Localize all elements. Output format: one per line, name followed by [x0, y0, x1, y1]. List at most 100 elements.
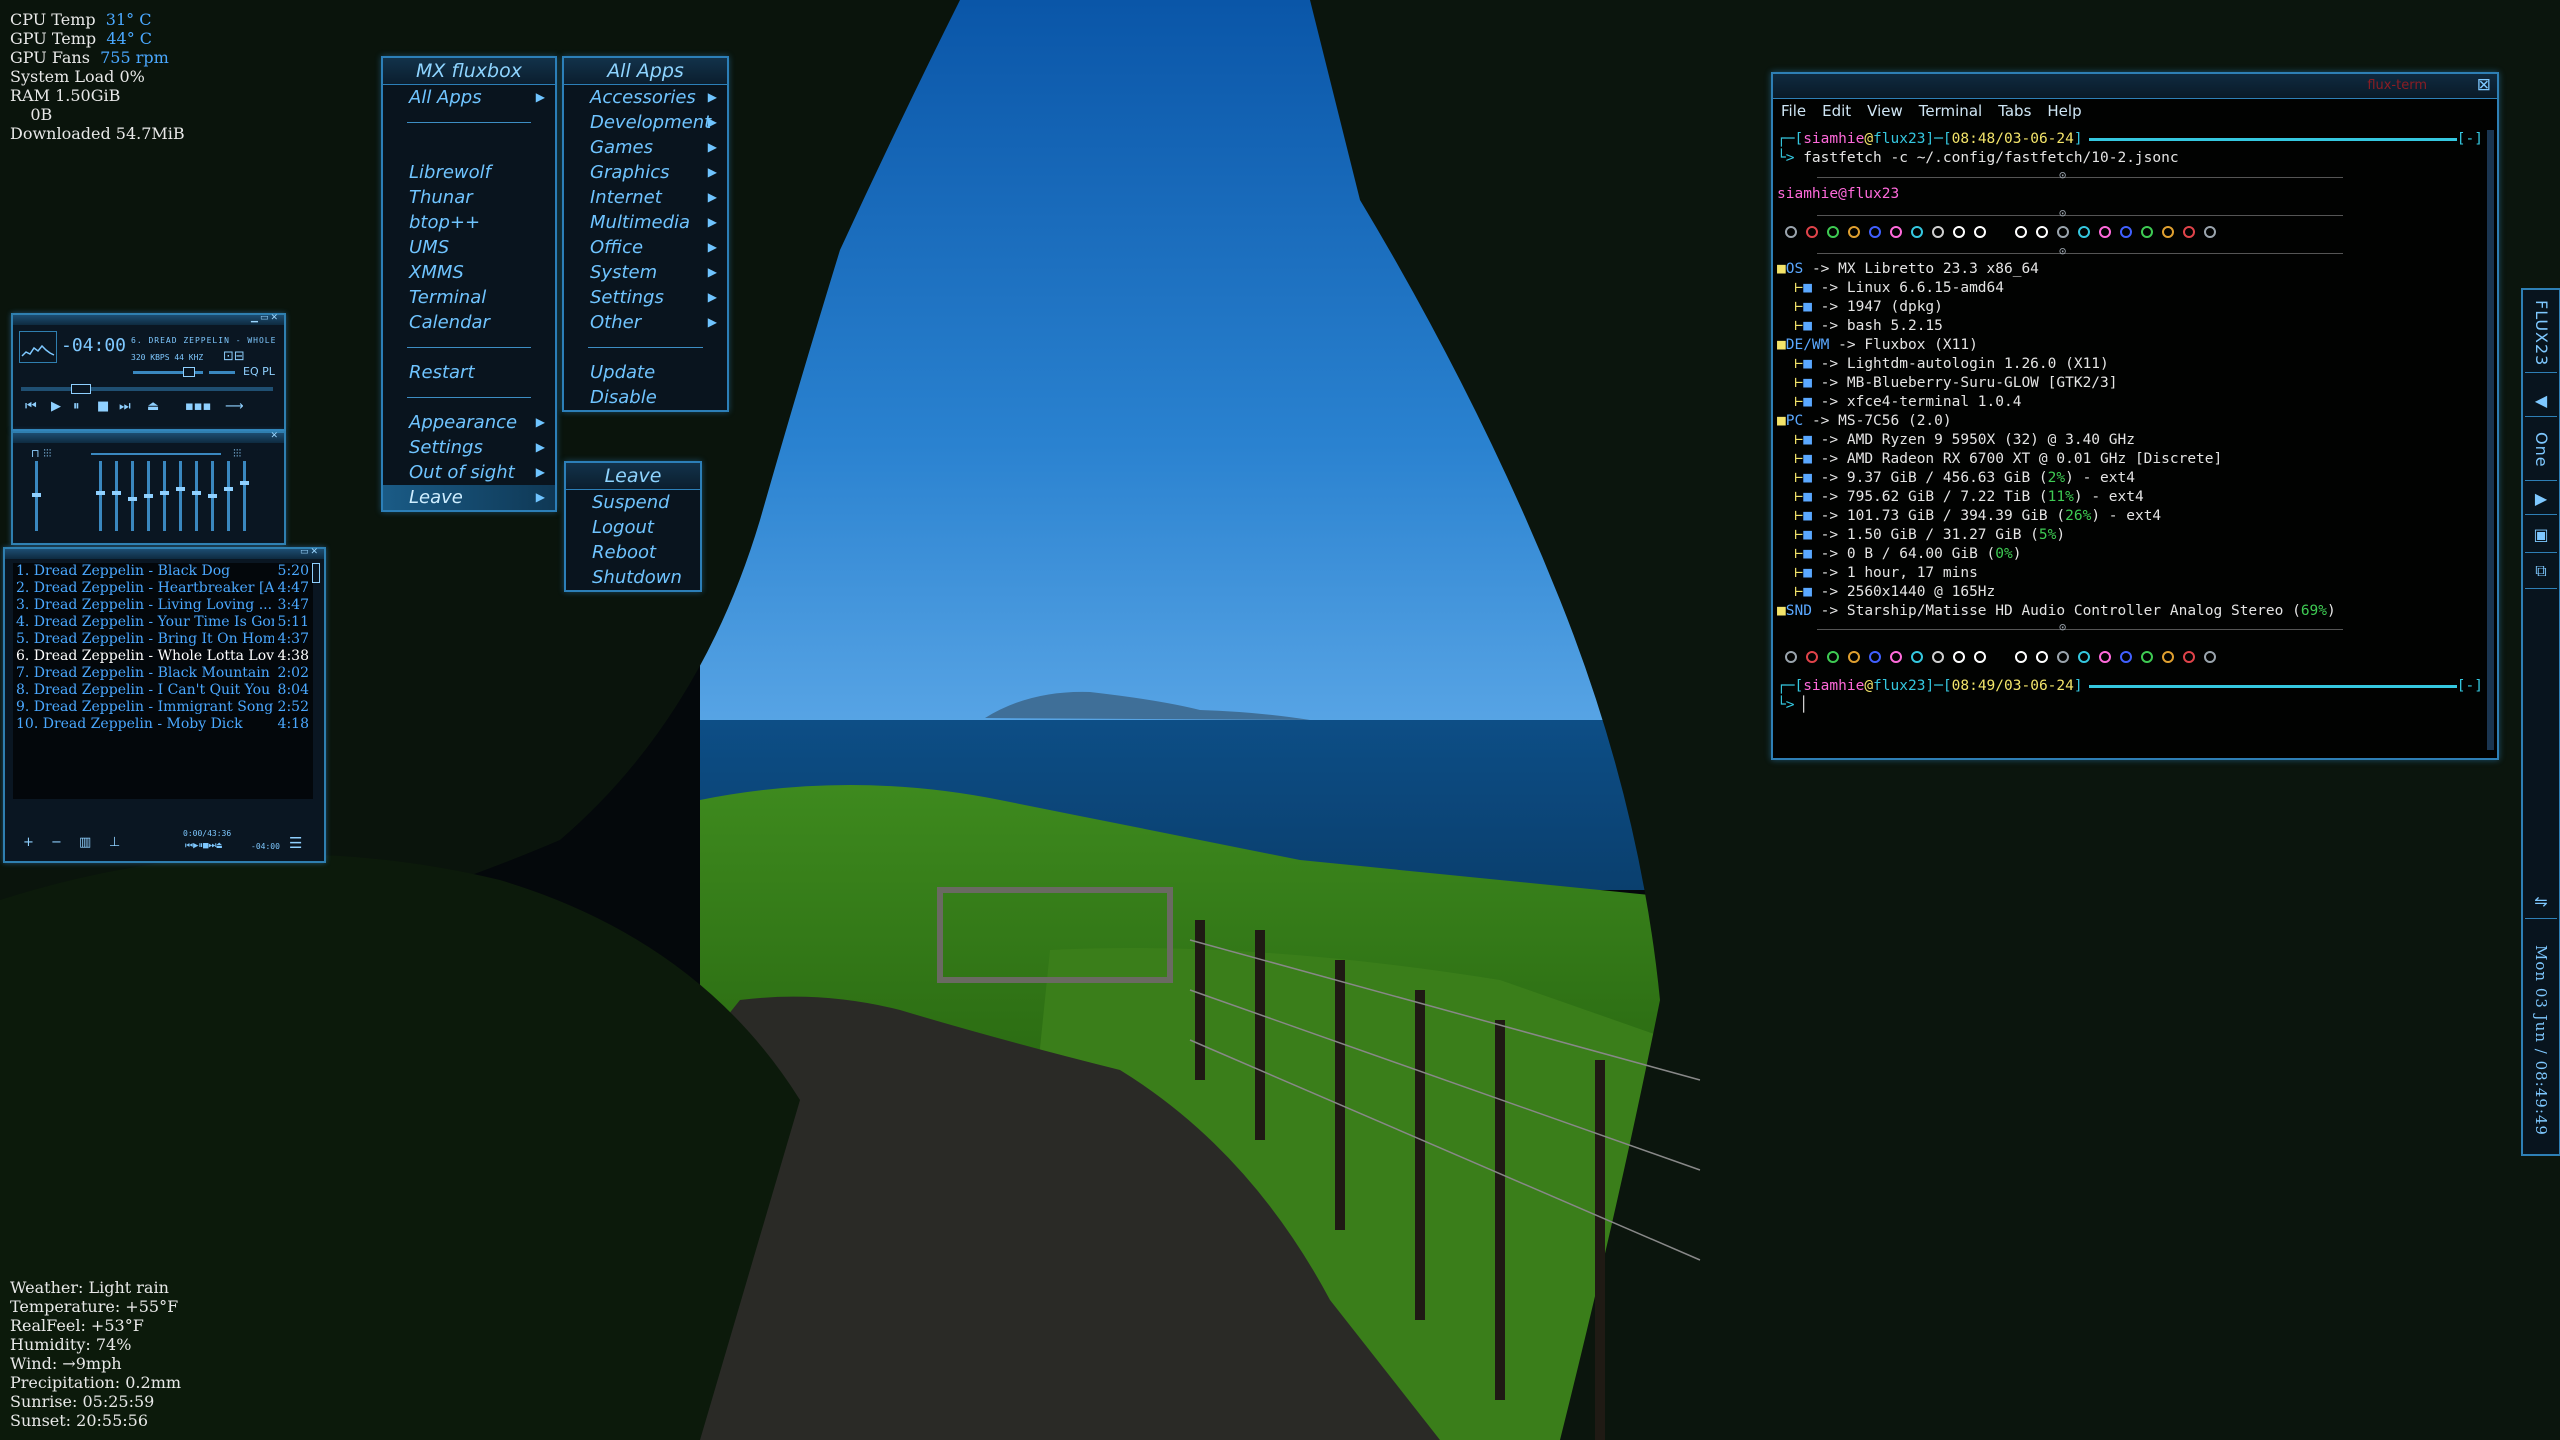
menu-item-thunar[interactable]: Thunar: [383, 185, 555, 210]
menu-item-suspend[interactable]: Suspend: [566, 490, 700, 515]
menu-item-restart[interactable]: Restart: [383, 360, 555, 385]
eq-band-slider[interactable]: [195, 461, 198, 531]
close-icon[interactable]: ⊠: [2477, 75, 2491, 95]
eq-band-knob[interactable]: [176, 487, 185, 492]
xmms-equalizer-window[interactable]: ✕ ⊓ ⫶⫶⫶ ⫶⫶⫶: [11, 431, 286, 545]
previous-workspace-icon[interactable]: ◀: [2525, 386, 2557, 417]
seek-knob[interactable]: [71, 384, 91, 394]
menu-item-settings[interactable]: Settings ▶: [383, 435, 555, 460]
menu-item-accessories[interactable]: Accessories ▶: [564, 85, 727, 110]
eject-icon[interactable]: ⏏: [147, 399, 159, 414]
repeat-icon[interactable]: ⟶: [225, 399, 244, 414]
eq-presets-icon[interactable]: ⫶⫶⫶: [233, 447, 241, 461]
misc-icon[interactable]: ⊥: [109, 835, 120, 850]
menu-item-multimedia[interactable]: Multimedia ▶: [564, 210, 727, 235]
add-icon[interactable]: +: [23, 835, 34, 850]
terminal-task-icon[interactable]: ⧉: [2525, 554, 2557, 589]
terminal-menu-file[interactable]: File: [1781, 102, 1806, 120]
playlist-row[interactable]: 6. Dread Zeppelin - Whole Lotta Love 4:38: [13, 648, 313, 665]
eq-band-knob[interactable]: [192, 490, 201, 495]
menu-item-update[interactable]: Update: [564, 360, 727, 385]
close-icon[interactable]: ✕: [270, 431, 280, 441]
playlist[interactable]: 1. Dread Zeppelin - Black Dog 5:20 2. Drea…: [13, 563, 313, 799]
previous-icon[interactable]: ⏮: [25, 399, 37, 414]
clock[interactable]: Mon 03 Jun / 08:49:49: [2525, 930, 2557, 1150]
equalizer-titlebar[interactable]: ✕: [13, 431, 284, 443]
menu-item-xmms[interactable]: XMMS: [383, 260, 555, 285]
menu-item-terminal[interactable]: Terminal: [383, 285, 555, 310]
menu-item-shutdown[interactable]: Shutdown: [566, 565, 700, 590]
menu-item-leave[interactable]: Leave ▶: [383, 485, 555, 510]
eq-band-knob[interactable]: [96, 490, 105, 495]
eq-band-slider[interactable]: [243, 461, 246, 531]
next-workspace-icon[interactable]: ▶: [2525, 484, 2557, 515]
play-icon[interactable]: ▶: [51, 399, 61, 414]
menu-item-appearance[interactable]: Appearance ▶: [383, 410, 555, 435]
system-tray-icon[interactable]: ⇋: [2525, 886, 2557, 919]
menu-item-calendar[interactable]: Calendar: [383, 310, 555, 335]
shuffle-icon[interactable]: ▪▪▪: [185, 399, 211, 414]
eq-band-slider[interactable]: [131, 461, 134, 531]
playlist-row[interactable]: 1. Dread Zeppelin - Black Dog 5:20: [13, 563, 313, 580]
menu-item-disable[interactable]: Disable: [564, 385, 727, 410]
playlist-row[interactable]: 10. Dread Zeppelin - Moby Dick 4:18: [13, 716, 313, 733]
remove-icon[interactable]: −: [51, 835, 62, 850]
eq-band-slider[interactable]: [99, 461, 102, 531]
xfce4-terminal-window[interactable]: flux-term ⊠ File Edit View Terminal Tabs Help…: [1771, 72, 2499, 760]
list-menu-icon[interactable]: ☰: [289, 834, 302, 852]
playlist-row[interactable]: 3. Dread Zeppelin - Living Loving ... 3:4…: [13, 597, 313, 614]
balance-slider[interactable]: [209, 371, 235, 374]
window-buttons-icon[interactable]: ▁▭✕: [251, 313, 280, 323]
visualizer[interactable]: [19, 331, 57, 363]
stop-icon[interactable]: ■: [97, 399, 109, 414]
menu-item-btop-[interactable]: btop++: [383, 210, 555, 235]
terminal-menu-view[interactable]: View: [1867, 102, 1903, 120]
playlist-row[interactable]: 5. Dread Zeppelin - Bring It On Home 4:37: [13, 631, 313, 648]
terminal-menu-help[interactable]: Help: [2047, 102, 2081, 120]
eq-band-knob[interactable]: [112, 490, 121, 495]
close-icon[interactable]: ▭✕: [300, 547, 320, 557]
eq-band-knob[interactable]: [144, 494, 153, 498]
eq-band-slider[interactable]: [163, 461, 166, 531]
menu-item-games[interactable]: Games ▶: [564, 135, 727, 160]
eq-on-auto-icon[interactable]: ⊓ ⫶⫶⫶: [31, 447, 51, 461]
menu-item-ums[interactable]: UMS: [383, 235, 555, 260]
eq-band-knob[interactable]: [240, 480, 249, 485]
terminal-titlebar[interactable]: flux-term ⊠: [1773, 74, 2497, 99]
terminal-menu-terminal[interactable]: Terminal: [1919, 102, 1982, 120]
eq-band-knob[interactable]: [224, 487, 233, 492]
playlist-titlebar[interactable]: ▭✕: [5, 547, 324, 559]
xmms-main-window[interactable]: ▁▭✕ -04:00 6. DREAD ZEPPELIN - WHOLE 320…: [11, 313, 286, 431]
volume-knob[interactable]: [183, 367, 195, 377]
xmms-titlebar[interactable]: ▁▭✕: [13, 313, 284, 325]
eq-band-slider[interactable]: [115, 461, 118, 531]
menu-item-office[interactable]: Office ▶: [564, 235, 727, 260]
playlist-row[interactable]: 2. Dread Zeppelin - Heartbreaker [At ...…: [13, 580, 313, 597]
menu-item-other[interactable]: Other ▶: [564, 310, 727, 335]
menu-item-settings[interactable]: Settings ▶: [564, 285, 727, 310]
pause-icon[interactable]: ⏸: [73, 399, 80, 414]
preamp-knob[interactable]: [32, 493, 41, 497]
xmms-task-icon[interactable]: ▣: [2525, 518, 2557, 553]
terminal-cursor[interactable]: ▏: [1803, 697, 1812, 713]
menu-item-internet[interactable]: Internet ▶: [564, 185, 727, 210]
seek-bar[interactable]: [21, 387, 273, 391]
playlist-row[interactable]: 9. Dread Zeppelin - Immigrant Song 2:52: [13, 699, 313, 716]
eq-band-knob[interactable]: [160, 490, 169, 495]
next-icon[interactable]: ⏭: [119, 399, 131, 414]
mini-transport-icon[interactable]: ⏮▶⏸■⏭⏏: [185, 841, 222, 851]
menu-item-out-of-sight[interactable]: Out of sight ▶: [383, 460, 555, 485]
menu-item-librewolf[interactable]: Librewolf: [383, 160, 555, 185]
select-icon[interactable]: ▥: [79, 835, 91, 850]
playlist-row[interactable]: 7. Dread Zeppelin - Black Mountain ... 2:…: [13, 665, 313, 682]
eq-band-slider[interactable]: [227, 461, 230, 531]
playlist-scrollbar[interactable]: [312, 563, 320, 583]
playback-time[interactable]: -04:00: [61, 335, 126, 356]
playlist-row[interactable]: 4. Dread Zeppelin - Your Time Is Gon... 5…: [13, 614, 313, 631]
menu-item-system[interactable]: System ▶: [564, 260, 727, 285]
menu-item-development[interactable]: Development ▶: [564, 110, 727, 135]
menu-item-all-apps[interactable]: All Apps ▶: [383, 85, 555, 110]
eq-band-knob[interactable]: [208, 494, 217, 498]
workspace-name[interactable]: One: [2525, 420, 2557, 481]
eq-band-knob[interactable]: [128, 497, 137, 502]
